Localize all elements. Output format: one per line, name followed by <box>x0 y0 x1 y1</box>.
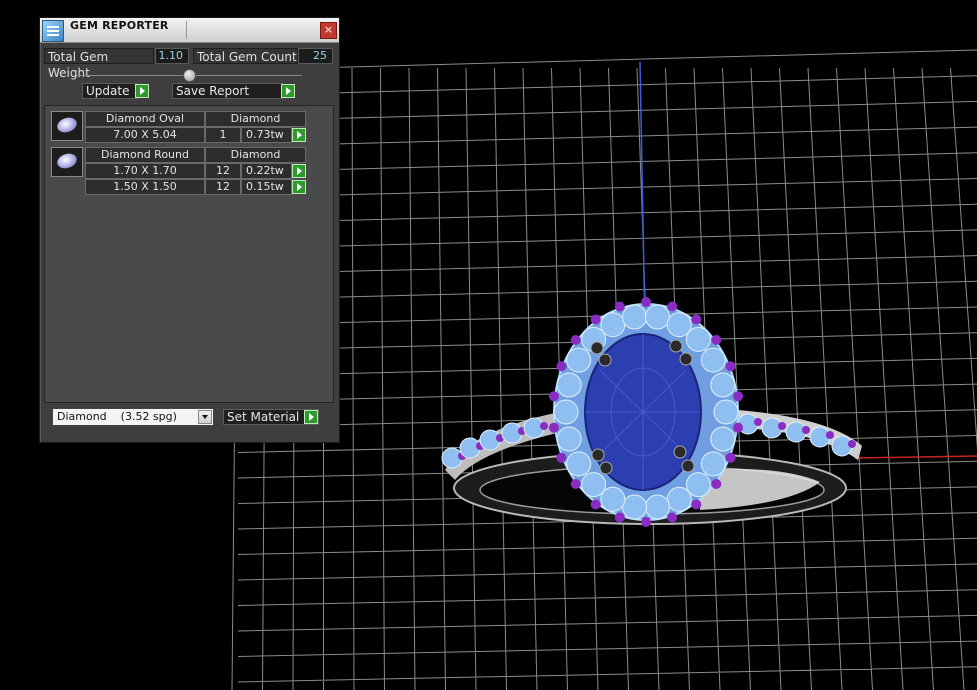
group-cut-label: Diamond Oval <box>85 111 205 127</box>
group-cut-label: Diamond Round <box>85 147 205 163</box>
side-accent-prong <box>802 426 810 434</box>
title-divider <box>186 21 187 39</box>
accent-prong <box>641 517 651 527</box>
total-gem-weight-value: 1.10 <box>155 48 189 64</box>
accent-prong <box>570 479 581 489</box>
accent-prong <box>641 297 651 307</box>
material-select[interactable]: Diamond (3.52 spg) <box>52 408 214 426</box>
halo-stone <box>556 426 582 452</box>
halo-stone <box>553 399 579 425</box>
halo-stone <box>581 472 607 498</box>
update-button[interactable]: Update <box>82 83 138 99</box>
halo-stone <box>566 347 592 373</box>
halo-stone <box>666 486 692 512</box>
accent-prong <box>733 422 744 433</box>
side-accent-prong <box>754 418 762 426</box>
halo-stone <box>644 494 670 520</box>
select-gems-go-icon[interactable] <box>292 164 306 178</box>
accent-prong <box>556 361 567 372</box>
round-gem-thumbnail[interactable] <box>51 147 83 177</box>
select-gems-go-icon[interactable] <box>292 128 306 142</box>
side-accent-prong <box>826 431 834 439</box>
accent-prong <box>590 314 601 325</box>
set-material-go-icon[interactable] <box>304 410 318 424</box>
panel-title: GEM REPORTER <box>70 19 169 32</box>
gem-count: 12 <box>205 179 241 195</box>
gem-count: 12 <box>205 163 241 179</box>
select-gems-go-icon[interactable] <box>292 180 306 194</box>
panel-splitter-handle[interactable] <box>183 69 196 82</box>
chevron-down-icon[interactable] <box>198 410 212 424</box>
accent-prong <box>725 361 736 372</box>
accent-prong <box>667 512 678 523</box>
group-material-label: Diamond <box>205 111 306 127</box>
total-gem-count-label: Total Gem Count <box>193 48 298 64</box>
accent-prong <box>570 335 581 345</box>
accent-prong <box>691 314 702 325</box>
accent-prong <box>614 301 625 312</box>
halo-stone <box>700 451 726 477</box>
total-gem-count-value: 25 <box>298 48 333 64</box>
gem-size: 7.00 X 5.04 <box>85 127 205 143</box>
group-material-label: Diamond <box>205 147 306 163</box>
gem-weight: 0.73tw <box>241 127 292 143</box>
side-accent-prong <box>540 422 548 430</box>
accent-prong <box>711 479 722 489</box>
accent-prong <box>590 499 601 510</box>
accent-prong <box>691 499 702 510</box>
accent-prong <box>725 452 736 463</box>
ring-model[interactable] <box>441 297 862 527</box>
accent-prong <box>733 391 744 402</box>
close-button[interactable]: × <box>320 22 337 39</box>
accent-prong <box>667 301 678 312</box>
accent-prong <box>548 391 559 402</box>
gem-list: Diamond Oval Diamond 7.00 X 5.04 1 0.73t… <box>44 105 334 403</box>
side-accent-prong <box>848 440 856 448</box>
halo-stone <box>566 451 592 477</box>
save-report-go-icon[interactable] <box>281 84 295 98</box>
halo-stone <box>666 312 692 338</box>
accent-prong <box>556 452 567 463</box>
halo-stone <box>600 486 626 512</box>
gem-count: 1 <box>205 127 241 143</box>
close-icon: × <box>323 23 334 36</box>
halo-stone <box>556 372 582 398</box>
halo-stone <box>644 304 670 330</box>
halo-stone <box>710 372 736 398</box>
side-accent-prong <box>778 422 786 430</box>
halo-stone <box>685 326 711 352</box>
halo-stone <box>713 399 739 425</box>
halo-stone <box>710 426 736 452</box>
gem-weight: 0.15tw <box>241 179 292 195</box>
halo-stone <box>700 347 726 373</box>
total-gem-weight-label: Total Gem Weight <box>44 48 154 80</box>
save-report-button[interactable]: Save Report <box>172 83 284 99</box>
oval-gem-thumbnail[interactable] <box>51 111 83 141</box>
gem-weight: 0.22tw <box>241 163 292 179</box>
update-go-icon[interactable] <box>135 84 149 98</box>
gem-reporter-panel: GEM REPORTER × Total Gem Weight 1.10 Tot… <box>39 17 340 443</box>
gem-size: 1.50 X 1.50 <box>85 179 205 195</box>
x-axis-line <box>854 455 977 459</box>
title-bar[interactable]: GEM REPORTER × <box>40 18 339 43</box>
halo-stone <box>685 472 711 498</box>
gem-size: 1.70 X 1.70 <box>85 163 205 179</box>
gem-reporter-app-icon <box>42 20 64 42</box>
halo-stone <box>600 312 626 338</box>
material-select-value: Diamond (3.52 spg) <box>57 410 177 423</box>
halo-stone <box>622 304 648 330</box>
accent-prong <box>614 512 625 523</box>
accent-prong <box>711 335 722 345</box>
accent-prong <box>548 422 559 433</box>
halo-stone <box>622 494 648 520</box>
